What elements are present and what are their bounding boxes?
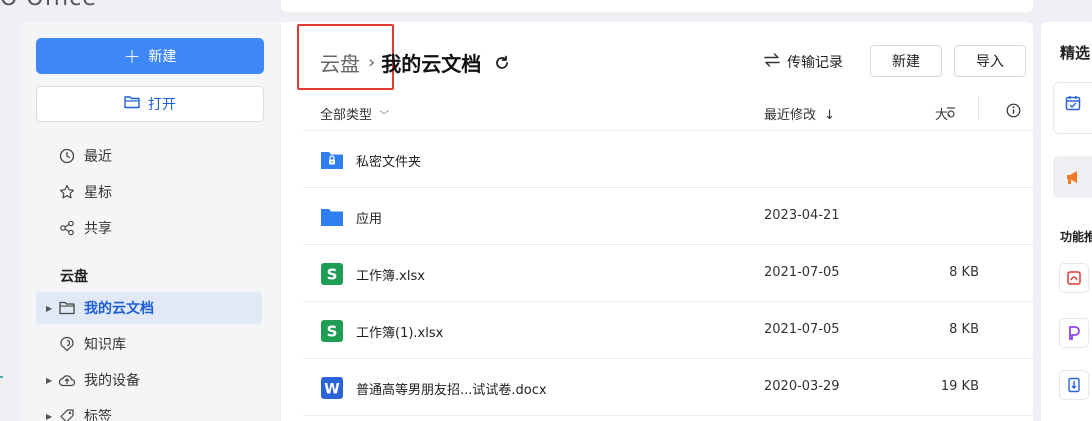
calendar-check-icon [1065,95,1081,115]
sidebar-item-label: 知识库 [84,337,126,353]
folder-icon [58,299,76,317]
file-date: 2021-07-05 [764,322,840,337]
convert-tool-icon [1069,326,1080,340]
top-bar [281,0,1033,12]
caret-right-icon[interactable]: ▶ [46,412,52,421]
table-row[interactable]: 应用 2023-04-21 [303,188,1033,245]
chevron-right-icon: › [368,52,376,73]
svg-text:S: S [327,323,338,341]
word-doc-icon: W [320,376,344,400]
chevron-down-icon: ﹀ [379,111,390,122]
star-icon [58,183,76,201]
breadcrumb: 云盘 › 我的云文档 [320,48,511,77]
file-size: 19 KB [940,379,979,394]
sidebar-item-label: 共享 [84,221,112,237]
cloud-device-icon [58,371,76,389]
featured-card[interactable] [1053,82,1092,134]
file-name: 工作簿(1).xlsx [356,326,444,341]
sidebar-item-label: 最近 [84,149,112,165]
edge-mark [0,376,3,378]
new-button[interactable]: + 新建 [36,38,264,74]
file-date: 2021-07-05 [764,265,840,280]
table-row[interactable]: S 工作簿(1).xlsx 2021-07-05 8 KB [303,302,1033,359]
right-panel-title: 精选 [1060,44,1091,62]
filter-type-dropdown[interactable]: 全部类型 ﹀ [320,104,389,123]
share-icon [58,219,76,237]
file-size: 8 KB [949,322,979,337]
transfer-label: 传输记录 [787,55,843,71]
file-size: 8 KB [949,265,979,280]
right-panel: 精选 功能推 [1041,22,1092,421]
file-name: 工作簿.xlsx [356,269,425,284]
knowledge-icon [58,335,76,353]
file-date: 2023-04-21 [764,208,840,223]
new-button-label: 新建 [148,49,177,65]
sidebar-item-knowledge-base[interactable]: 知识库 [36,328,262,360]
plus-icon: + [123,44,141,68]
file-name: 普通高等男朋友招...试试卷.docx [356,383,547,398]
sidebar-item-recent[interactable]: 最近 [36,140,262,172]
sidebar: + 新建 打开 最近 星标 共享 云盘 ▶ 我的云文档 知识库 ▶ 我的设备 ▶… [20,22,280,421]
pdf-tool-tile[interactable] [1059,263,1089,293]
compress-tool-icon [1068,377,1080,393]
info-icon[interactable] [1006,103,1021,122]
file-name: 私密文件夹 [356,155,422,170]
sidebar-item-label: 我的设备 [84,373,140,389]
breadcrumb-current: 我的云文档 [381,52,482,76]
caret-right-icon[interactable]: ▶ [46,376,52,385]
arrow-down-icon: ↓ [824,108,836,123]
main-panel: 云盘 › 我的云文档 传输记录 新建 导入 全部类型 ﹀ 最近修改 ↓ 大小 [281,22,1033,421]
spreadsheet-icon: S [320,262,344,286]
sidebar-item-shared[interactable]: 共享 [36,212,262,244]
sidebar-item-label: 我的云文档 [84,301,154,317]
spreadsheet-icon: S [320,319,344,343]
open-button[interactable]: 打开 [36,86,264,122]
header-divider [978,96,979,120]
clock-icon [58,147,76,165]
open-button-label: 打开 [148,97,176,113]
breadcrumb-root[interactable]: 云盘 [320,48,360,77]
section-title-cloud: 云盘 [60,269,88,285]
transfer-icon [763,53,781,71]
folder-icon [320,205,344,229]
folder-open-icon [124,95,140,113]
app-logo: O Office [0,0,97,11]
sidebar-item-tags[interactable]: ▶ 标签 [36,400,262,421]
new-file-button[interactable]: 新建 [870,45,942,77]
table-row[interactable]: W 普通高等男朋友招...试试卷.docx 2020-03-29 19 KB [303,359,1033,416]
tag-icon [58,407,76,421]
pdf-tool-icon [1067,271,1081,285]
table-row[interactable]: S 工作簿.xlsx 2021-07-05 8 KB [303,245,1033,302]
table-row[interactable]: 私密文件夹 [303,131,1033,188]
table-header: 全部类型 ﹀ 最近修改 ↓ 大小 [320,96,1033,130]
private-folder-icon [320,148,344,172]
refresh-icon[interactable] [493,54,511,72]
compress-tool-tile[interactable] [1059,370,1089,400]
caret-right-icon[interactable]: ▶ [46,304,52,313]
sidebar-item-label: 星标 [84,185,112,201]
convert-tool-tile[interactable] [1059,318,1089,348]
svg-text:W: W [324,382,339,398]
sidebar-item-starred[interactable]: 星标 [36,176,262,208]
import-button[interactable]: 导入 [954,45,1026,77]
megaphone-icon [1065,168,1083,190]
sidebar-item-my-cloud-docs[interactable]: ▶ 我的云文档 [36,292,262,324]
feature-recommend-title: 功能推 [1060,230,1092,244]
promo-card[interactable] [1053,156,1092,198]
svg-text:S: S [327,266,338,284]
file-name: 应用 [356,212,383,227]
file-date: 2020-03-29 [764,379,840,394]
sidebar-item-my-devices[interactable]: ▶ 我的设备 [36,364,262,396]
sort-modified-header[interactable]: 最近修改 ↓ [764,104,835,123]
sidebar-item-label: 标签 [84,409,112,421]
transfer-records-button[interactable]: 传输记录 [763,52,843,72]
column-settings-icon[interactable] [944,105,958,123]
